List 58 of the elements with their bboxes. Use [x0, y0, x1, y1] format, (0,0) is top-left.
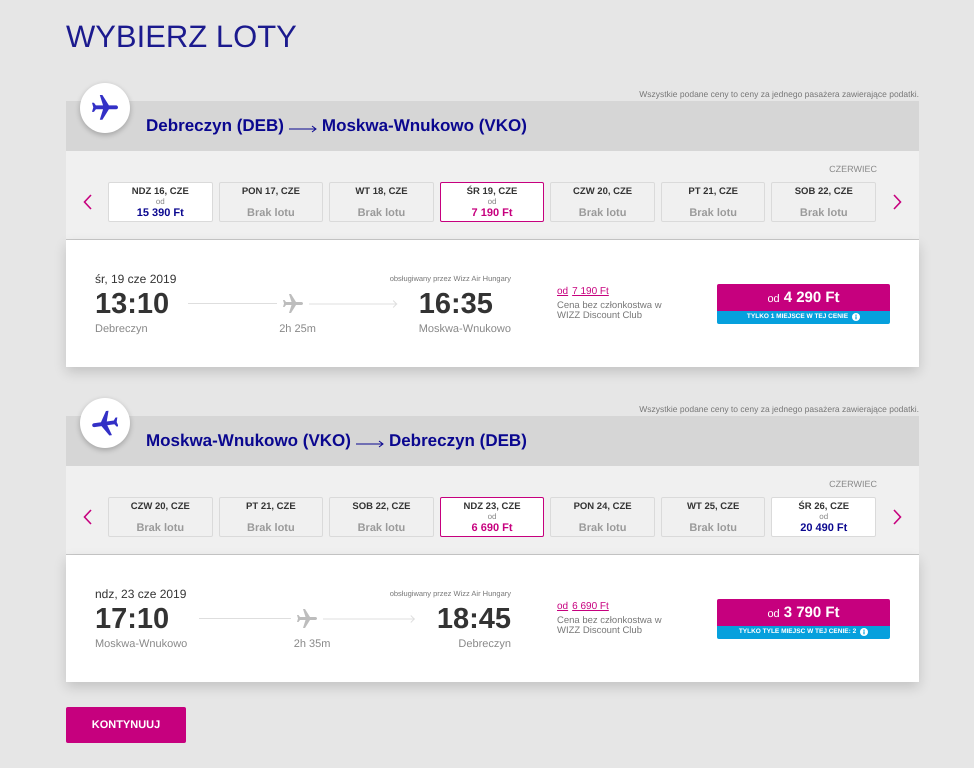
next-dates-button[interactable]: [893, 194, 902, 210]
flight-date: ndz, 23 cze 2019: [95, 586, 186, 600]
date-option[interactable]: PON 17, CZE Brak lotu: [218, 182, 324, 222]
date-option[interactable]: ŚR 26, CZE od 20 490 Ft: [771, 497, 876, 537]
info-icon: [860, 628, 868, 636]
departure-city: Moskwa-Wnukowo: [95, 636, 188, 650]
date-option[interactable]: PON 24, CZE Brak lotu: [550, 497, 655, 537]
chevron-right-icon: [893, 194, 902, 210]
arrival-time: 16:35: [418, 288, 493, 320]
date-option[interactable]: SOB 22, CZE Brak lotu: [771, 182, 876, 222]
arrival-time: 18:45: [436, 602, 511, 634]
info-icon: [852, 313, 860, 321]
price-note: Wszystkie podane ceny to ceny za jednego pasażera zawierające podatki.: [639, 403, 919, 416]
continue-button[interactable]: KONTYNUUJ: [66, 707, 186, 743]
fare-price-button[interactable]: od 3 790 Ft: [717, 598, 890, 626]
departure-time: 17:10: [95, 602, 170, 634]
member-price-note: Cena bez członkostwa w WIZZ Discount Club: [557, 616, 663, 636]
month-label: CZERWIEC: [829, 478, 877, 491]
arrival-city: Debreczyn: [458, 636, 511, 650]
chevron-right-icon: [893, 509, 902, 525]
member-price-link[interactable]: od 6 690 Ft: [557, 601, 609, 613]
chevron-left-icon: [82, 509, 92, 525]
previous-dates-button[interactable]: [82, 509, 92, 525]
date-option[interactable]: NDZ 16, CZE od 15 390 Ft: [108, 182, 213, 222]
date-option[interactable]: WT 18, CZE Brak lotu: [329, 182, 434, 222]
date-option[interactable]: SOB 22, CZE Brak lotu: [329, 497, 434, 537]
flight-date: śr, 19 cze 2019: [95, 272, 176, 286]
member-price-link[interactable]: od 7 190 Ft: [557, 286, 609, 298]
long-arrow-icon: [356, 440, 384, 448]
next-dates-button[interactable]: [893, 509, 902, 525]
month-label: CZERWIEC: [829, 163, 877, 176]
date-option[interactable]: ŚR 19, CZE od 7 190 Ft: [440, 182, 544, 222]
arrival-city: Moskwa-Wnukowo: [418, 322, 511, 336]
fare-price-button[interactable]: od 4 290 Ft: [717, 284, 890, 310]
plane-icon: [80, 398, 130, 448]
previous-dates-button[interactable]: [82, 194, 92, 210]
page-title: WYBIERZ LOTY: [66, 19, 297, 55]
route-destination: Moskwa-Wnukowo (VKO): [322, 116, 527, 136]
date-option[interactable]: CZW 20, CZE Brak lotu: [108, 497, 213, 537]
plane-icon: [282, 294, 303, 314]
route-origin: Debreczyn (DEB): [146, 116, 284, 136]
plane-icon: [80, 83, 130, 133]
route-destination: Debreczyn (DEB): [388, 431, 527, 451]
departure-time: 13:10: [95, 288, 170, 320]
route-origin: Moskwa-Wnukowo (VKO): [146, 431, 351, 451]
member-price-note: Cena bez członkostwa w WIZZ Discount Club: [557, 301, 663, 321]
flight-duration: 2h 25m: [279, 322, 316, 336]
chevron-left-icon: [82, 194, 92, 210]
date-option[interactable]: WT 25, CZE Brak lotu: [660, 497, 766, 537]
date-option[interactable]: PT 21, CZE Brak lotu: [218, 497, 324, 537]
plane-icon: [297, 608, 318, 628]
departure-city: Debreczyn: [95, 322, 148, 336]
flight-duration: 2h 35m: [294, 636, 330, 650]
date-option[interactable]: NDZ 23, CZE od 6 690 Ft: [440, 497, 544, 537]
date-option[interactable]: CZW 20, CZE Brak lotu: [550, 182, 655, 222]
price-note: Wszystkie podane ceny to ceny za jednego pasażera zawierające podatki.: [639, 88, 919, 101]
long-arrow-icon: [288, 124, 317, 132]
date-option[interactable]: PT 21, CZE Brak lotu: [660, 182, 766, 222]
